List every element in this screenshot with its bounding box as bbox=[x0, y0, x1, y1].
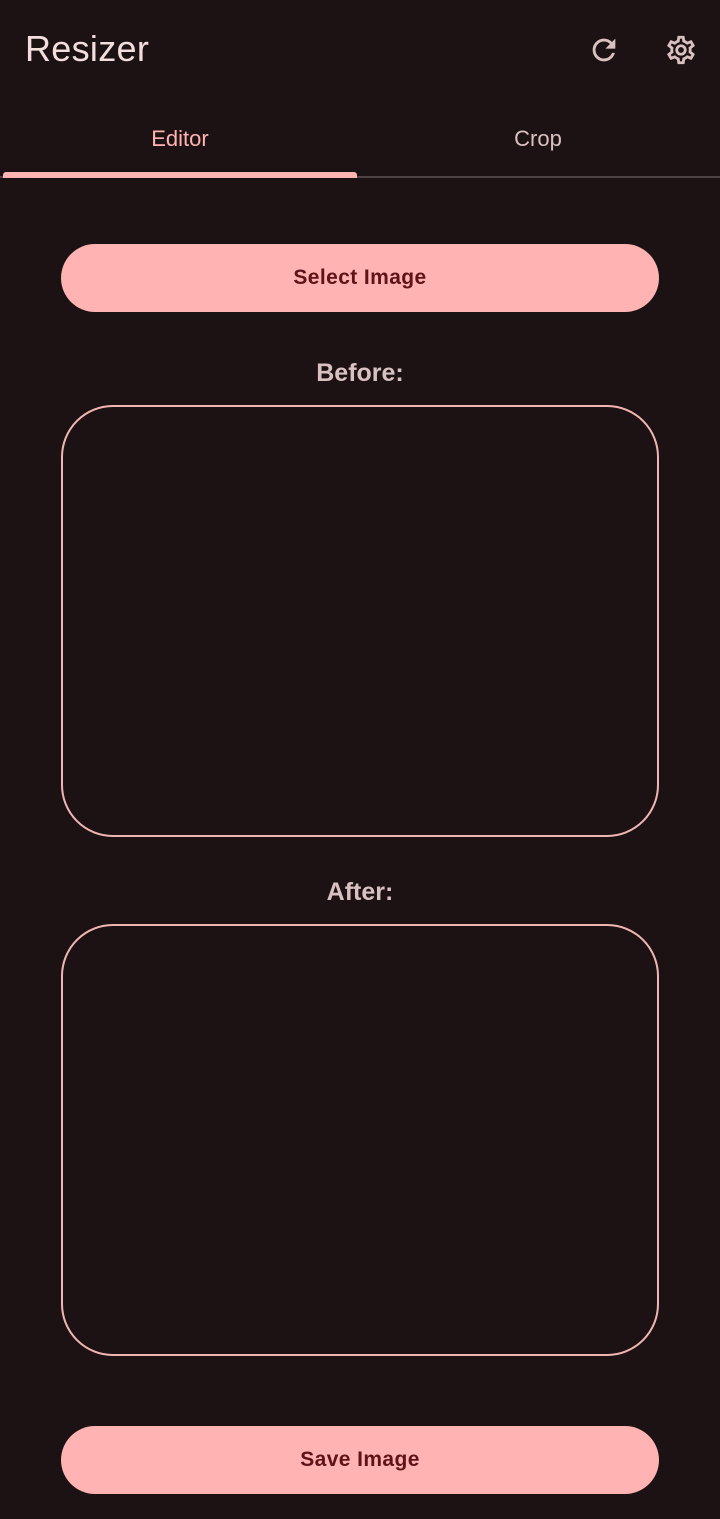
top-app-bar: Resizer bbox=[0, 0, 720, 100]
before-label: Before: bbox=[316, 359, 404, 387]
app-root: Resizer Editor Crop Select Image Before:… bbox=[0, 0, 720, 1519]
app-title: Resizer bbox=[25, 28, 150, 69]
after-label: After: bbox=[326, 878, 394, 906]
refresh-icon bbox=[592, 38, 616, 62]
gear-icon bbox=[667, 35, 695, 65]
before-image-preview bbox=[61, 405, 659, 837]
save-image-button[interactable]: Save Image bbox=[61, 1426, 659, 1494]
tab-bar: Editor Crop bbox=[0, 100, 720, 178]
select-image-button[interactable]: Select Image bbox=[61, 244, 659, 312]
refresh-button[interactable] bbox=[582, 28, 626, 72]
tab-indicator bbox=[3, 172, 357, 178]
tab-crop[interactable]: Crop bbox=[358, 100, 718, 178]
after-image-preview bbox=[61, 924, 659, 1356]
tab-editor[interactable]: Editor bbox=[0, 100, 360, 178]
settings-button[interactable] bbox=[659, 28, 703, 72]
